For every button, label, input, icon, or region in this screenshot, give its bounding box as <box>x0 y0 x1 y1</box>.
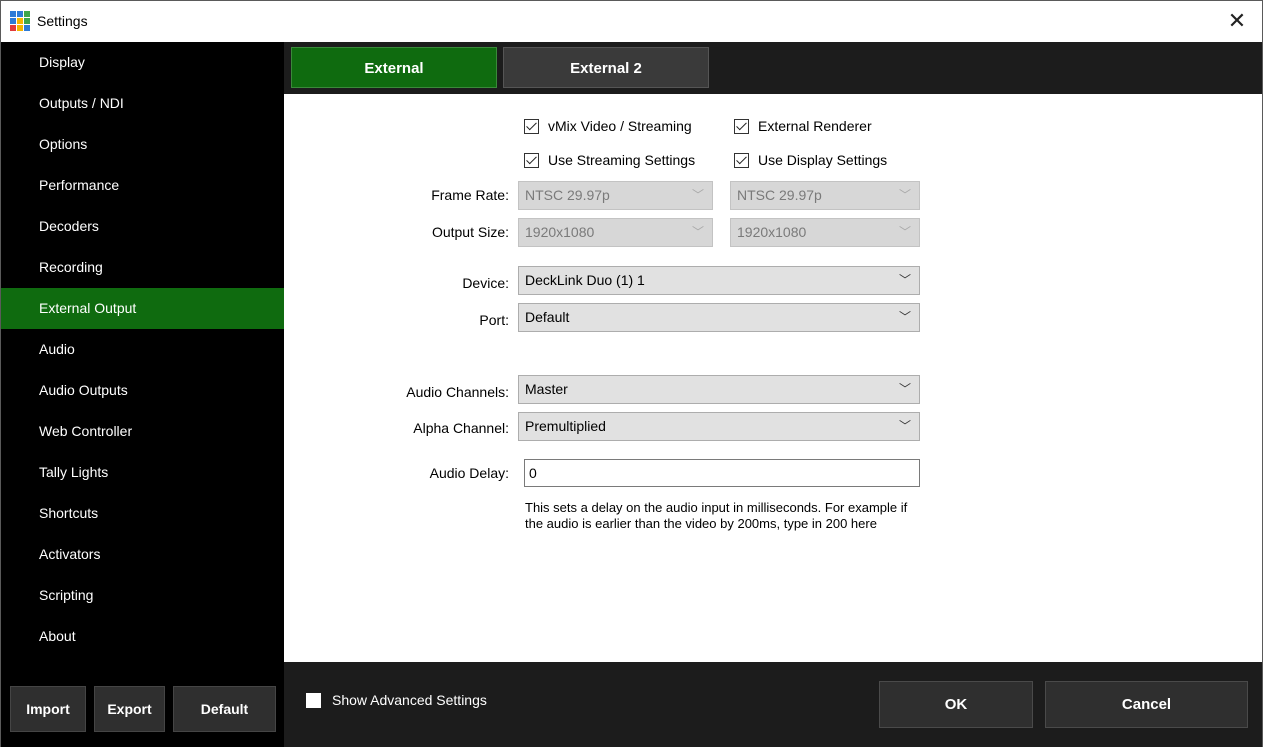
port-label: Port: <box>479 312 509 328</box>
sidebar-item-activators[interactable]: Activators <box>1 534 284 575</box>
alpha-channel-value: Premultiplied <box>525 418 606 434</box>
export-button[interactable]: Export <box>94 686 165 732</box>
frame-rate-select-2: NTSC 29.97p ﹀ <box>730 181 920 210</box>
sidebar-item-scripting[interactable]: Scripting <box>1 575 284 616</box>
vmix-video-streaming-label: vMix Video / Streaming <box>548 118 692 134</box>
settings-window: Settings ✕ Display Outputs / NDI Options… <box>0 0 1263 747</box>
chevron-down-icon: ﹀ <box>691 188 704 202</box>
use-display-settings-label: Use Display Settings <box>758 152 888 168</box>
output-size-label: Output Size: <box>431 224 509 240</box>
sidebar-item-performance[interactable]: Performance <box>1 165 284 206</box>
output-size-value-2: 1920x1080 <box>737 224 807 240</box>
sidebar-item-about[interactable]: About <box>1 616 284 657</box>
output-size-value-1: 1920x1080 <box>525 224 595 240</box>
external-renderer-checkbox[interactable]: External Renderer <box>734 118 872 134</box>
checkmark-icon <box>734 152 749 168</box>
output-size-select-1: 1920x1080 ﹀ <box>518 218 713 247</box>
title-bar: Settings ✕ <box>1 1 1262 42</box>
audio-delay-input[interactable]: 0 <box>524 459 920 487</box>
sidebar-item-display[interactable]: Display <box>1 42 284 83</box>
unchecked-box-icon <box>306 692 321 708</box>
cancel-button[interactable]: Cancel <box>1045 681 1248 728</box>
sidebar-item-outputs-ndi[interactable]: Outputs / NDI <box>1 83 284 124</box>
tab-external[interactable]: External <box>291 47 497 88</box>
sidebar: Display Outputs / NDI Options Performanc… <box>1 42 284 747</box>
ok-button[interactable]: OK <box>879 681 1033 728</box>
import-button[interactable]: Import <box>10 686 86 732</box>
vmix-video-streaming-checkbox[interactable]: vMix Video / Streaming <box>524 118 692 134</box>
frame-rate-select-1: NTSC 29.97p ﹀ <box>518 181 713 210</box>
vmix-grid-icon <box>10 11 30 31</box>
port-value: Default <box>525 309 570 325</box>
checkmark-icon <box>734 118 749 134</box>
port-select[interactable]: Default ﹀ <box>518 303 920 332</box>
chevron-down-icon: ﹀ <box>898 225 911 239</box>
frame-rate-value-2: NTSC 29.97p <box>737 187 822 203</box>
use-streaming-settings-label: Use Streaming Settings <box>548 152 696 168</box>
sidebar-item-external-output[interactable]: External Output <box>1 288 284 329</box>
use-streaming-settings-checkbox[interactable]: Use Streaming Settings <box>524 152 695 168</box>
show-advanced-settings-label: Show Advanced Settings <box>332 692 487 708</box>
device-value: DeckLink Duo (1) 1 <box>525 272 645 288</box>
chevron-down-icon: ﹀ <box>898 188 911 202</box>
sidebar-item-options[interactable]: Options <box>1 124 284 165</box>
frame-rate-label: Frame Rate: <box>431 187 509 203</box>
footer-bar: Show Advanced Settings OK Cancel <box>284 662 1262 747</box>
sidebar-item-audio[interactable]: Audio <box>1 329 284 370</box>
chevron-down-icon: ﹀ <box>898 382 911 396</box>
chevron-down-icon: ﹀ <box>898 273 911 287</box>
chevron-down-icon: ﹀ <box>691 225 704 239</box>
external-renderer-label: External Renderer <box>758 118 872 134</box>
checkmark-icon <box>524 118 539 134</box>
show-advanced-settings-checkbox[interactable]: Show Advanced Settings <box>306 692 487 708</box>
close-icon[interactable]: ✕ <box>1222 7 1252 37</box>
sidebar-item-decoders[interactable]: Decoders <box>1 206 284 247</box>
alpha-channel-select[interactable]: Premultiplied ﹀ <box>518 412 920 441</box>
audio-delay-help-line-1: This sets a delay on the audio input in … <box>525 500 908 515</box>
audio-channels-select[interactable]: Master ﹀ <box>518 375 920 404</box>
sidebar-item-audio-outputs[interactable]: Audio Outputs <box>1 370 284 411</box>
device-select[interactable]: DeckLink Duo (1) 1 ﹀ <box>518 266 920 295</box>
sidebar-item-web-controller[interactable]: Web Controller <box>1 411 284 452</box>
default-button[interactable]: Default <box>173 686 276 732</box>
alpha-channel-label: Alpha Channel: <box>413 420 509 436</box>
device-label: Device: <box>462 275 509 291</box>
output-size-select-2: 1920x1080 ﹀ <box>730 218 920 247</box>
window-title: Settings <box>37 13 88 29</box>
audio-channels-value: Master <box>525 381 568 397</box>
audio-delay-label: Audio Delay: <box>429 465 509 481</box>
use-display-settings-checkbox[interactable]: Use Display Settings <box>734 152 887 168</box>
sidebar-item-recording[interactable]: Recording <box>1 247 284 288</box>
chevron-down-icon: ﹀ <box>898 419 911 433</box>
tab-external-2[interactable]: External 2 <box>503 47 709 88</box>
sidebar-item-shortcuts[interactable]: Shortcuts <box>1 493 284 534</box>
checkmark-icon <box>524 152 539 168</box>
chevron-down-icon: ﹀ <box>898 310 911 324</box>
sidebar-item-tally-lights[interactable]: Tally Lights <box>1 452 284 493</box>
audio-delay-help-line-2: the audio is earlier than the video by 2… <box>525 516 877 531</box>
audio-channels-label: Audio Channels: <box>406 384 509 400</box>
settings-panel: vMix Video / Streaming External Renderer… <box>284 94 1262 662</box>
tab-bar: External External 2 <box>284 42 1262 94</box>
frame-rate-value-1: NTSC 29.97p <box>525 187 610 203</box>
